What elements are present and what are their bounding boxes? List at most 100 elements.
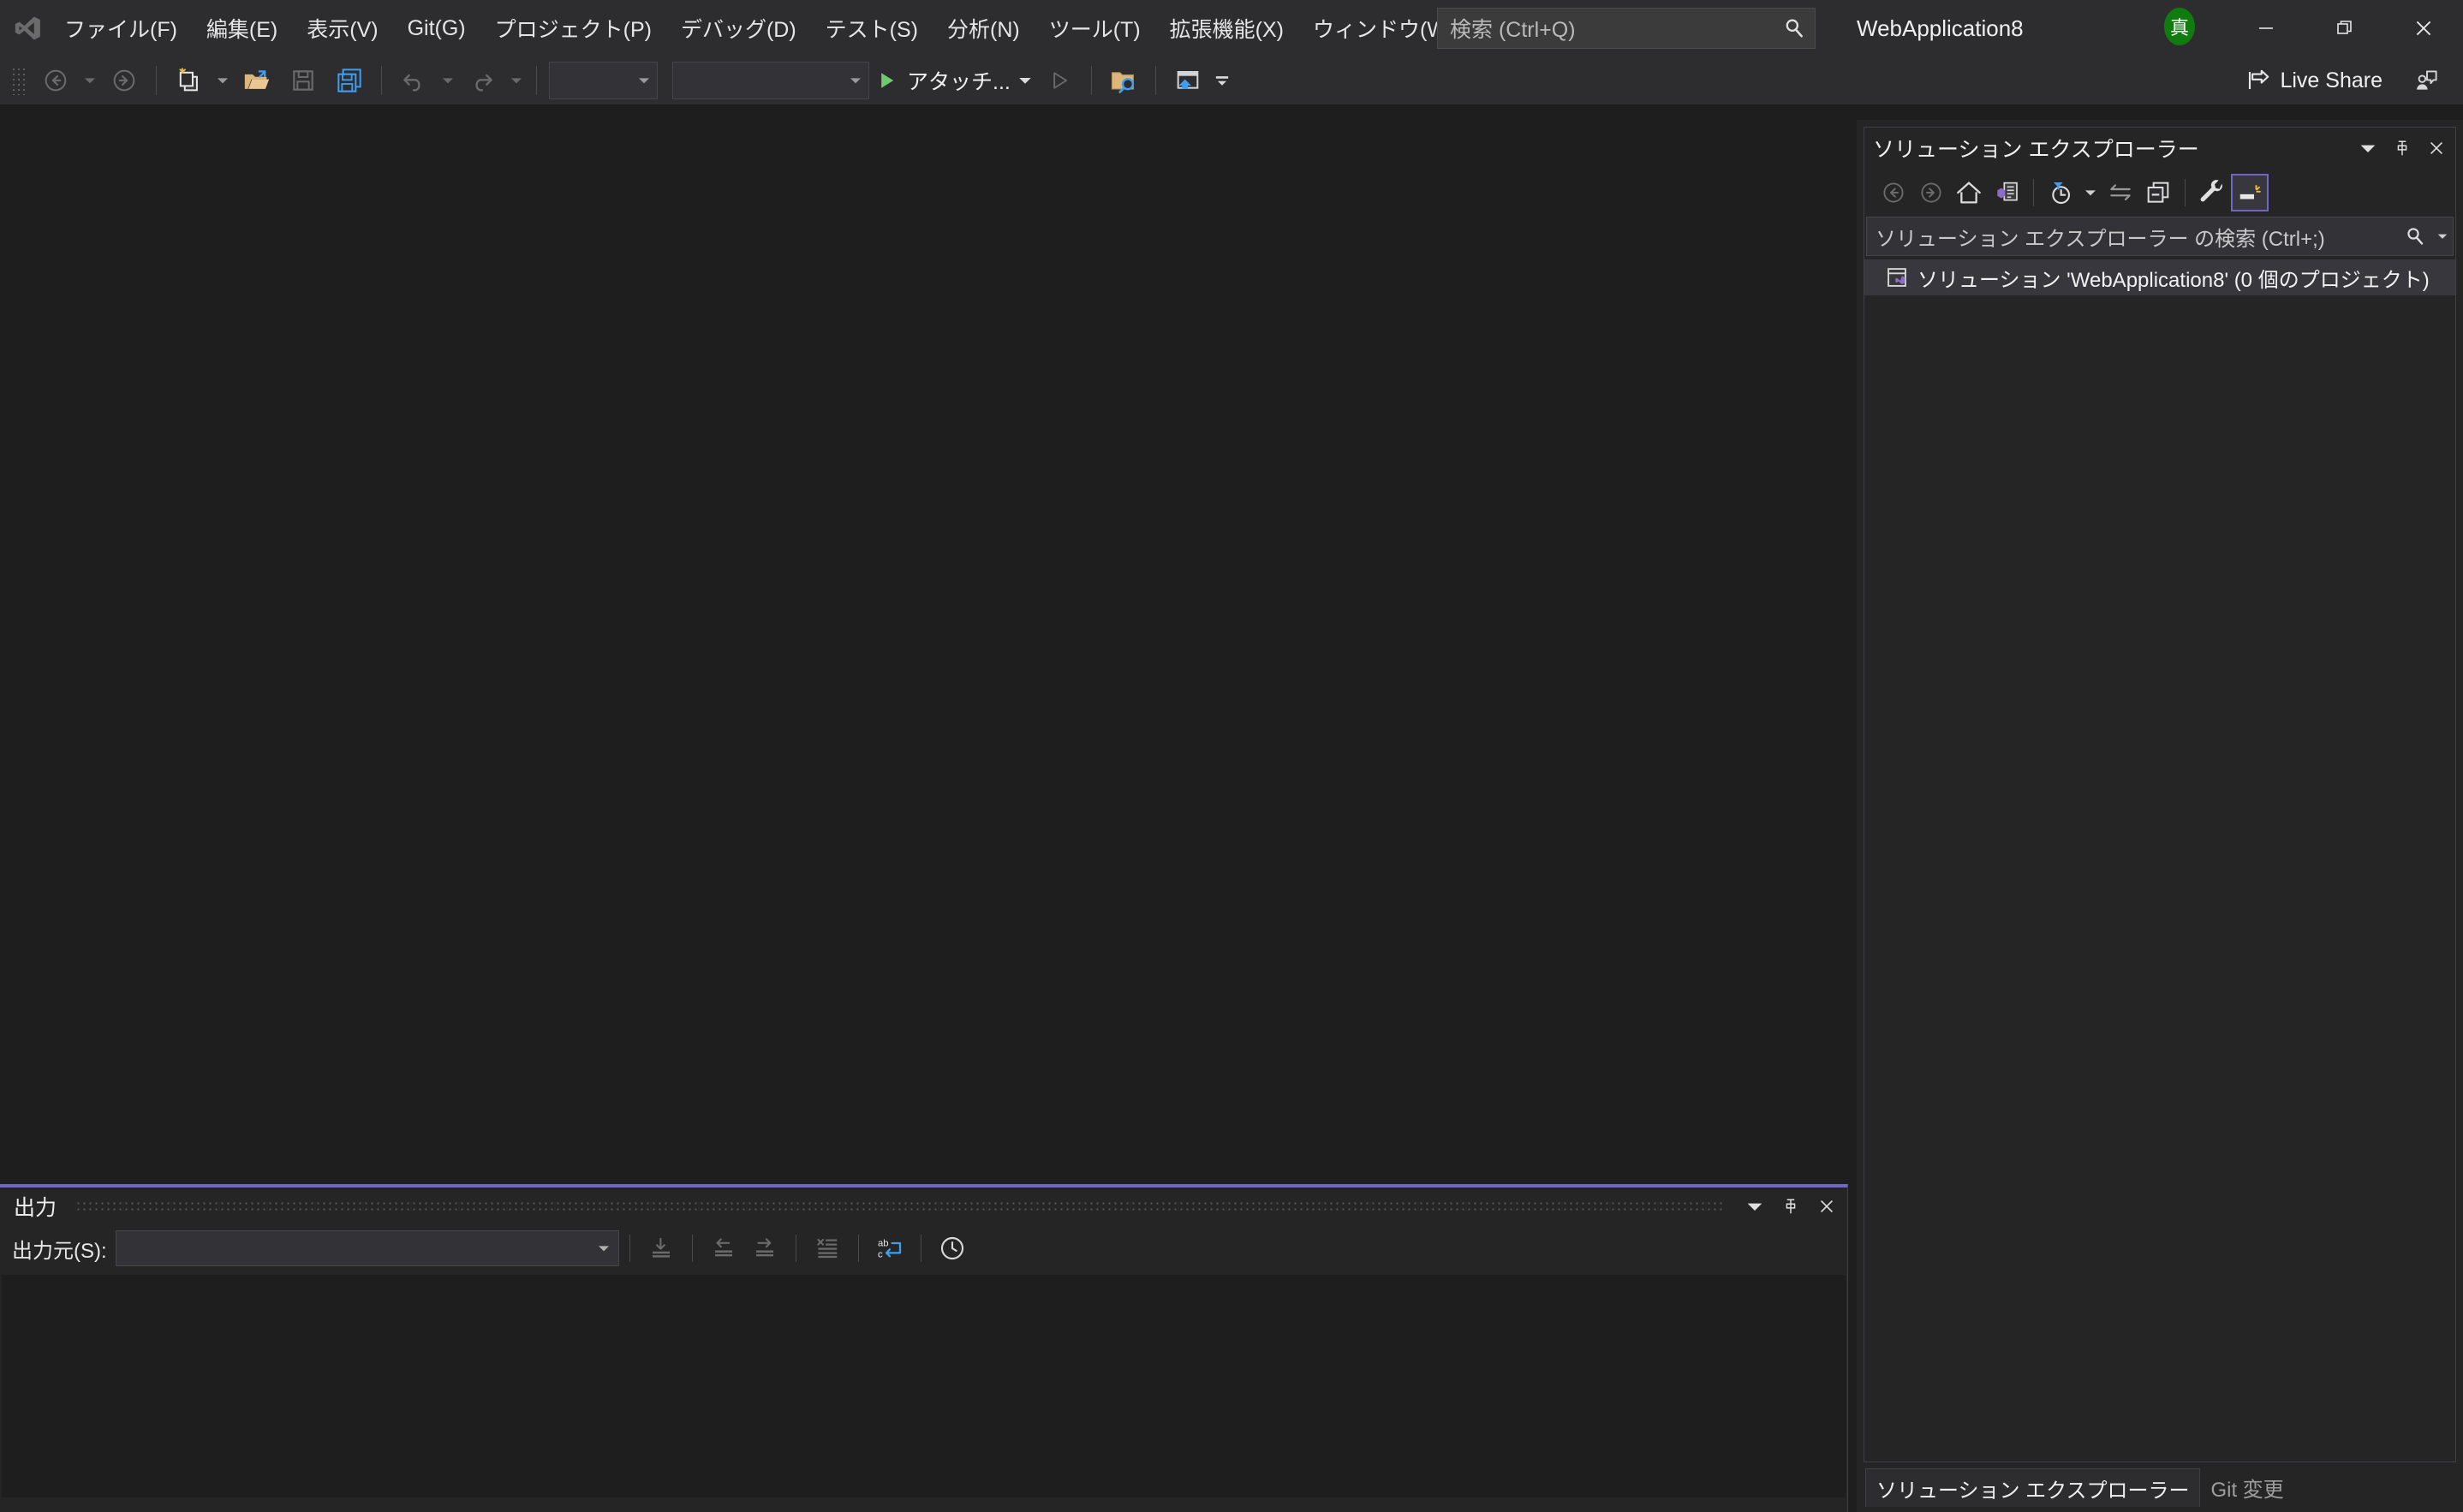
output-source-label: 出力元(S): [12, 1239, 107, 1263]
solution-explorer-title: ソリューション エクスプローラー [1873, 138, 2199, 162]
pending-changes-icon[interactable] [1988, 174, 2025, 211]
previous-message-icon[interactable] [703, 1229, 744, 1268]
solution-explorer-search-input[interactable]: ソリューション エクスプローラー の検索 (Ctrl+;) [1866, 217, 2454, 256]
toolbar-separator [381, 66, 382, 95]
tab-git-changes[interactable]: Git 変更 [2200, 1468, 2293, 1506]
tab-solution-explorer[interactable]: ソリューション エクスプローラー [1865, 1468, 2201, 1507]
output-panel-drag-handle[interactable] [75, 1200, 1726, 1212]
output-pin-icon[interactable] [1775, 1189, 1806, 1223]
window-home-icon[interactable] [1165, 61, 1211, 100]
menu-file[interactable]: ファイル(F) [50, 0, 192, 57]
output-toolbar: 出力元(S): ab c [0, 1225, 1847, 1271]
send-feedback-icon[interactable] [2403, 61, 2451, 100]
open-file-icon[interactable] [234, 61, 280, 100]
solution-explorer-tab-strip: ソリューション エクスプローラー Git 変更 [1857, 1468, 2463, 1512]
live-share-button[interactable]: Live Share [2237, 61, 2391, 100]
menu-git[interactable]: Git(G) [393, 0, 480, 57]
folder-search-icon[interactable] [1100, 61, 1147, 100]
start-without-debugging-icon[interactable] [1036, 61, 1082, 100]
solution-explorer-toolbar-separator [2185, 179, 2186, 206]
visual-studio-window: ファイル(F) 編集(E) 表示(V) Git(G) プロジェクト(P) デバッ… [0, 0, 2463, 1512]
output-toolbar-separator [691, 1235, 693, 1262]
output-panel-title: 出力 [14, 1196, 57, 1220]
title-bar: ファイル(F) 編集(E) 表示(V) Git(G) プロジェクト(P) デバッ… [0, 0, 2463, 57]
solution-tree: ソリューション 'WebApplication8' (0 個のプロジェクト) [1864, 259, 2455, 295]
live-share-icon [2249, 69, 2269, 89]
save-all-icon[interactable] [326, 61, 373, 100]
navigate-forward-icon[interactable] [101, 61, 147, 100]
minimize-button[interactable] [2227, 0, 2305, 57]
start-debug-icon [881, 73, 894, 88]
new-project-caret-icon[interactable] [212, 61, 234, 100]
menu-edit[interactable]: 編集(E) [192, 0, 292, 57]
quick-search-placeholder: 検索 (Ctrl+Q) [1450, 18, 1576, 42]
editor-area [0, 104, 1857, 1184]
toolbar-drag-handle[interactable] [10, 66, 26, 95]
new-project-icon[interactable] [165, 61, 212, 100]
clear-all-icon[interactable] [807, 1229, 848, 1268]
toolbar-separator [156, 66, 157, 95]
menu-debug[interactable]: デバッグ(D) [666, 0, 811, 57]
output-toolbar-separator [857, 1235, 859, 1262]
solution-explorer-close-icon[interactable] [2421, 131, 2452, 165]
solution-explorer-forward-icon[interactable] [1912, 174, 1950, 211]
next-message-icon[interactable] [744, 1229, 785, 1268]
undo-icon[interactable] [391, 61, 437, 100]
user-avatar[interactable]: 真 [2164, 8, 2195, 45]
solution-explorer-panel: ソリューション エクスプローラー ソリューション エクスプローラー の検索 (C… [1857, 120, 2463, 1468]
solution-configuration-combo[interactable] [549, 62, 658, 99]
word-wrap-icon[interactable]: ab c [869, 1229, 910, 1268]
redo-caret-icon[interactable] [505, 61, 528, 100]
toolbar-separator [536, 66, 537, 95]
new-item-icon[interactable] [2231, 174, 2269, 211]
solution-explorer-pin-icon[interactable] [2387, 131, 2418, 165]
navigate-back-caret-icon[interactable] [79, 61, 101, 100]
collapse-all-icon[interactable] [2139, 174, 2177, 211]
show-all-files-history-icon[interactable] [2042, 174, 2079, 211]
quick-search-box[interactable]: 検索 (Ctrl+Q) [1437, 8, 1816, 49]
home-icon[interactable] [1950, 174, 1988, 211]
window-controls [2227, 0, 2463, 57]
menu-extensions[interactable]: 拡張機能(X) [1155, 0, 1298, 57]
properties-wrench-icon[interactable] [2193, 174, 2231, 211]
search-icon [1774, 9, 1815, 48]
chevron-down-icon [589, 1241, 618, 1255]
undo-caret-icon[interactable] [437, 61, 459, 100]
solution-explorer-search-caret-icon[interactable] [2432, 230, 2453, 242]
solution-explorer-toolbar [1864, 169, 2455, 217]
solution-explorer-back-icon[interactable] [1875, 174, 1912, 211]
menu-project[interactable]: プロジェクト(P) [480, 0, 666, 57]
menu-test[interactable]: テスト(S) [811, 0, 933, 57]
solution-explorer-window-menu-icon[interactable] [2353, 131, 2383, 165]
menu-analyze[interactable]: 分析(N) [933, 0, 1035, 57]
solution-tree-item[interactable]: ソリューション 'WebApplication8' (0 個のプロジェクト) [1864, 259, 2455, 295]
output-source-combo[interactable] [115, 1230, 619, 1266]
navigate-back-icon[interactable] [33, 61, 79, 100]
main-menu: ファイル(F) 編集(E) 表示(V) Git(G) プロジェクト(P) デバッ… [50, 0, 1592, 57]
attach-label: アタッチ... [907, 70, 1011, 94]
menu-tools[interactable]: ツール(T) [1035, 0, 1155, 57]
save-icon[interactable] [280, 61, 326, 100]
close-button[interactable] [2384, 0, 2463, 57]
solution-explorer-frame: ソリューション エクスプローラー ソリューション エクスプローラー の検索 (C… [1864, 127, 2456, 1462]
sync-with-active-document-icon[interactable] [2102, 174, 2139, 211]
attach-caret-icon[interactable] [1014, 61, 1036, 100]
live-share-label: Live Share [2280, 68, 2382, 92]
attach-button[interactable]: アタッチ... [869, 61, 1014, 100]
menu-view[interactable]: 表示(V) [292, 0, 392, 57]
toolbar-overflow-icon[interactable] [1211, 61, 1233, 100]
redo-icon[interactable] [459, 61, 505, 100]
show-all-files-caret-icon[interactable] [2079, 174, 2102, 211]
clock-icon[interactable] [932, 1229, 973, 1268]
solution-platform-combo[interactable] [672, 62, 869, 99]
search-icon [2398, 226, 2432, 247]
output-window-menu-icon[interactable] [1739, 1189, 1770, 1223]
output-panel-header: 出力 [0, 1188, 1847, 1225]
output-close-icon[interactable] [1811, 1189, 1842, 1223]
restore-button[interactable] [2305, 0, 2384, 57]
go-to-message-icon[interactable] [641, 1229, 682, 1268]
output-text-area[interactable] [2, 1275, 1846, 1497]
live-share-bar: Live Share [1857, 57, 2463, 104]
solution-explorer-toolbar-separator [2033, 179, 2034, 206]
chevron-down-icon [631, 74, 657, 87]
